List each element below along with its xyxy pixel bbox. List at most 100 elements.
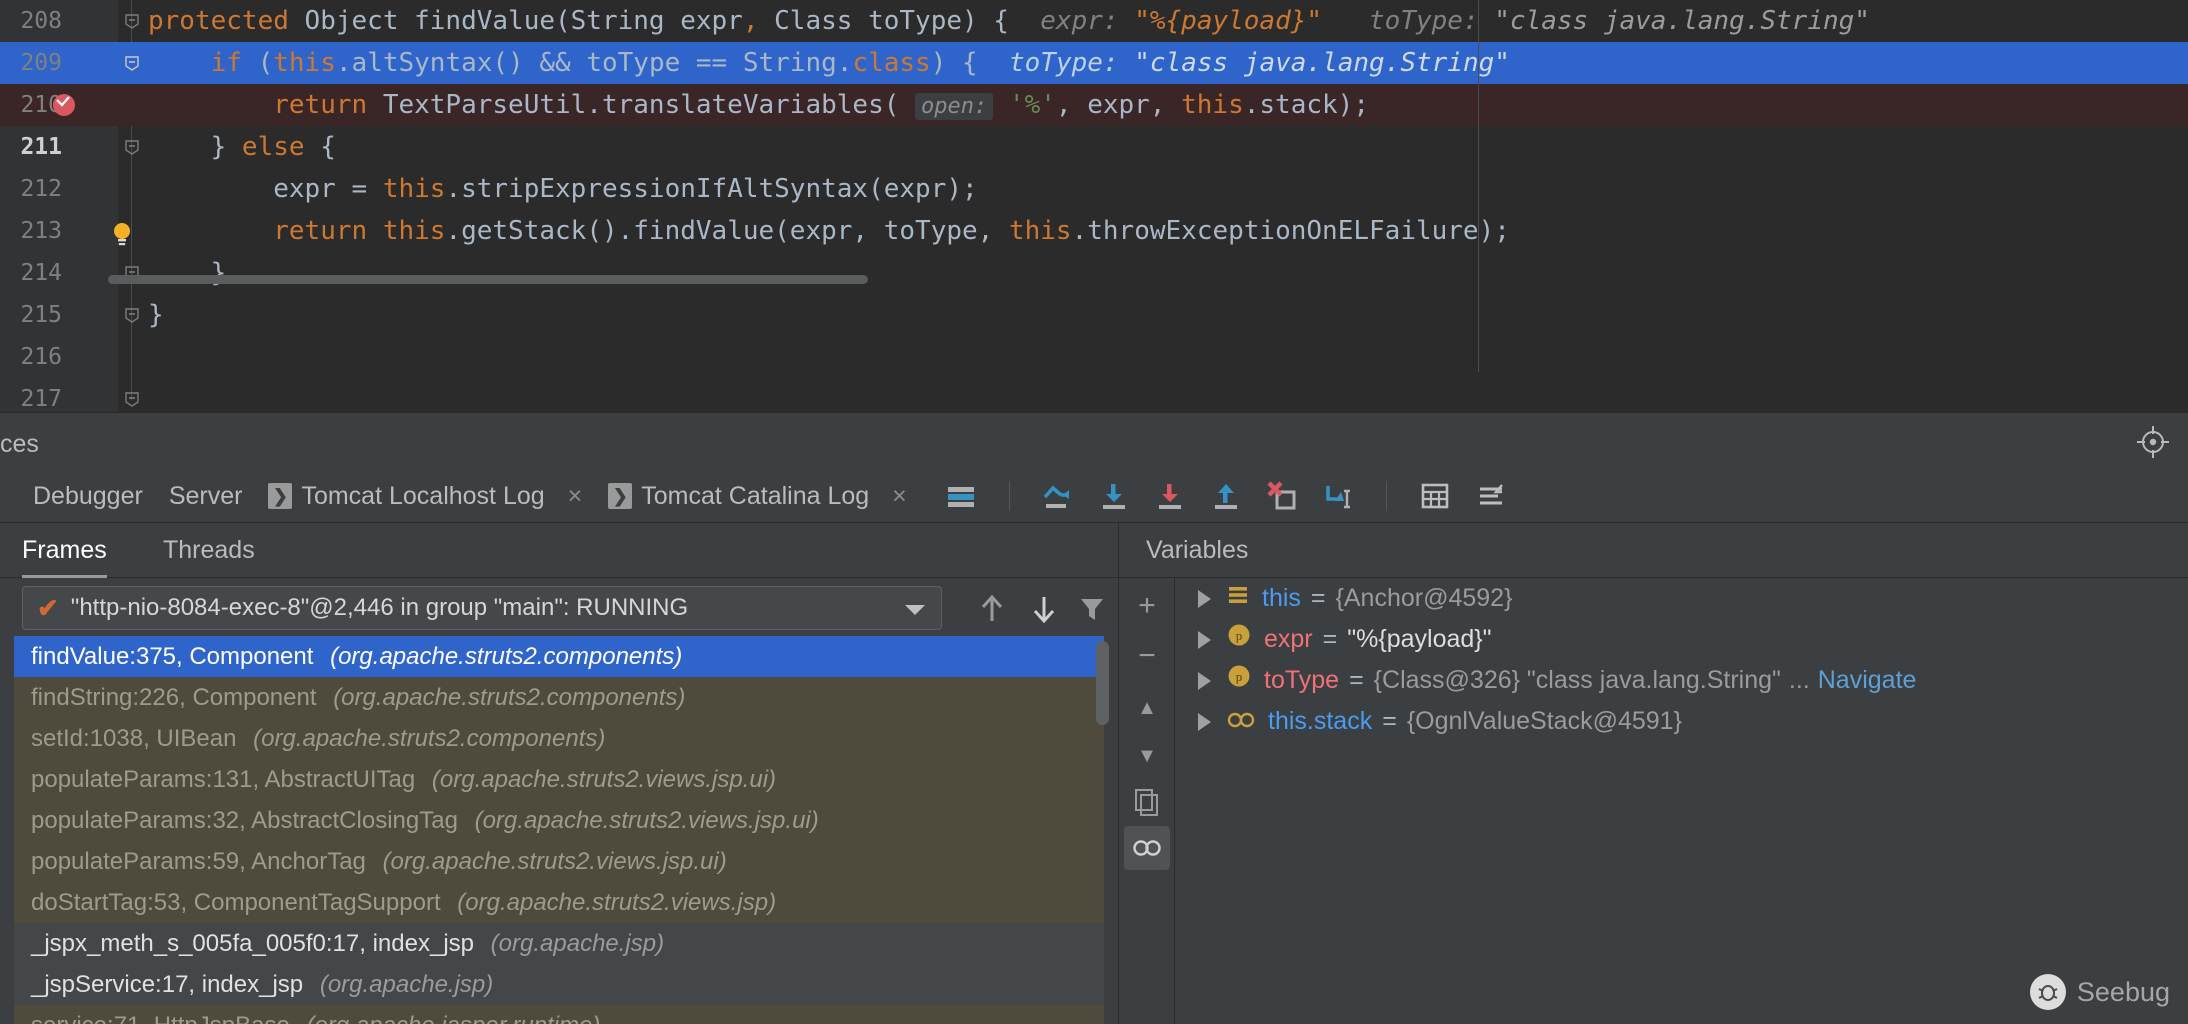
code-text: return TextParseUtil.translateVariables(…	[148, 84, 1369, 126]
tab-server[interactable]: Server	[169, 470, 243, 523]
code-text: if (this.altSyntax() && toType == String…	[148, 42, 1510, 84]
chevron-right-icon[interactable]	[1198, 590, 1211, 608]
tab-tomcat-catalina-log[interactable]: ❯ Tomcat Catalina Log ×	[608, 470, 907, 523]
close-icon[interactable]: ×	[892, 482, 907, 511]
code-line-216[interactable]: 216	[0, 336, 2188, 378]
line-number: 213	[0, 210, 62, 252]
chevron-right-icon[interactable]	[1198, 672, 1211, 690]
frame-package: (org.apache.jasper.runtime)	[306, 1012, 600, 1024]
table-row[interactable]: populateParams:131, AbstractUITag (org.a…	[14, 759, 1104, 800]
table-row[interactable]: doStartTag:53, ComponentTagSupport (org.…	[14, 882, 1104, 923]
move-watch-down-button[interactable]: ▼	[1127, 736, 1167, 776]
run-glyph-icon: ❯	[268, 483, 292, 509]
code-text: expr = this.stripExpressionIfAltSyntax(e…	[148, 168, 978, 210]
close-icon[interactable]: ×	[568, 482, 583, 511]
tab-label: Debugger	[33, 482, 143, 511]
code-editor[interactable]: 208 protected Object findValue(String ex…	[0, 0, 2188, 412]
parameter-icon: p	[1227, 660, 1251, 701]
watermark-label: Seebug	[2077, 977, 2170, 1008]
table-row[interactable]: _jspx_meth_s_005fa_005f0:17, index_jsp (…	[14, 923, 1104, 964]
frame-method: service:71, HttpJspBase	[31, 1012, 290, 1024]
frames-pane: Frames Threads ✔ "http-nio-8084-exec-8"@…	[0, 523, 1118, 1024]
variables-list[interactable]: this = {Anchor@4592} p expr = "%{payload…	[1176, 578, 2188, 1024]
chevron-down-icon[interactable]	[905, 605, 925, 615]
code-line-209[interactable]: 209 if (this.altSyntax() && toType == St…	[0, 42, 2188, 84]
code-line-213[interactable]: 213 return this.getStack().findValue(exp…	[0, 210, 2188, 252]
tab-debugger[interactable]: Debugger	[33, 470, 143, 523]
frame-method: findValue:375, Component	[31, 643, 313, 670]
fold-marker-icon[interactable]	[122, 126, 142, 168]
variable-value: {OgnlValueStack@4591}	[1407, 701, 1682, 742]
watch-icon	[1227, 701, 1255, 742]
tab-tomcat-localhost-log[interactable]: ❯ Tomcat Localhost Log ×	[268, 470, 582, 523]
run-to-cursor-icon[interactable]	[1319, 477, 1357, 515]
frames-scrollbar-thumb[interactable]	[1096, 641, 1109, 725]
table-row[interactable]: findString:226, Component (org.apache.st…	[14, 677, 1104, 718]
frame-package: (org.apache.struts2.views.jsp.ui)	[475, 807, 819, 834]
editor-hscrollbar-thumb[interactable]	[108, 275, 868, 284]
fold-marker-icon[interactable]	[122, 0, 142, 42]
navigate-link[interactable]: Navigate	[1818, 660, 1917, 701]
evaluate-expression-icon[interactable]	[1416, 477, 1454, 515]
add-watch-button[interactable]: +	[1127, 586, 1167, 626]
call-stack-list[interactable]: findValue:375, Component (org.apache.str…	[14, 636, 1104, 1024]
show-execution-point-icon[interactable]	[942, 477, 980, 515]
code-line-210[interactable]: 210 return TextParseUtil.translateVariab…	[0, 84, 2188, 126]
variable-row-this[interactable]: this = {Anchor@4592}	[1176, 578, 2188, 619]
table-row[interactable]: setId:1038, UIBean (org.apache.struts2.c…	[14, 718, 1104, 759]
fold-marker-icon[interactable]	[122, 294, 142, 336]
toolbar-separator	[1009, 481, 1010, 511]
tab-frames[interactable]: Frames	[22, 523, 107, 578]
value-ellipsis: ...	[1789, 660, 1810, 701]
field-icon	[1227, 578, 1249, 619]
code-text: protected Object findValue(String expr, …	[148, 0, 1870, 42]
step-into-icon[interactable]	[1095, 477, 1133, 515]
frame-package: (org.apache.struts2.views.jsp.ui)	[432, 766, 776, 793]
tab-threads[interactable]: Threads	[163, 523, 255, 578]
force-step-into-icon[interactable]	[1151, 477, 1189, 515]
line-number: 208	[0, 0, 62, 42]
target-icon[interactable]	[2136, 425, 2170, 459]
filter-frames-button[interactable]	[1078, 594, 1106, 624]
table-row[interactable]: _jspService:17, index_jsp (org.apache.js…	[14, 964, 1104, 1005]
settings-icon[interactable]	[1472, 477, 1510, 515]
drop-frame-icon[interactable]	[1263, 477, 1301, 515]
thread-select[interactable]: ✔ "http-nio-8084-exec-8"@2,446 in group …	[22, 586, 942, 630]
variable-row-this-stack[interactable]: this.stack = {OgnlValueStack@4591}	[1176, 701, 2188, 742]
debug-tabbar[interactable]: Debugger Server ❯ Tomcat Localhost Log ×…	[0, 470, 2188, 523]
frame-package: (org.apache.struts2.components)	[253, 725, 605, 752]
remove-watch-button[interactable]: −	[1127, 636, 1167, 676]
code-line-208[interactable]: 208 protected Object findValue(String ex…	[0, 0, 2188, 42]
line-number: 216	[0, 336, 62, 378]
chevron-right-icon[interactable]	[1198, 631, 1211, 649]
equals-sign: =	[1382, 701, 1397, 742]
variable-row-totype[interactable]: p toType = {Class@326} "class java.lang.…	[1176, 660, 2188, 701]
step-over-icon[interactable]	[1039, 477, 1077, 515]
table-row[interactable]: service:71, HttpJspBase (org.apache.jasp…	[14, 1005, 1104, 1024]
chevron-right-icon[interactable]	[1198, 713, 1211, 731]
move-watch-up-button[interactable]: ▲	[1127, 688, 1167, 728]
table-row[interactable]: populateParams:32, AbstractClosingTag (o…	[14, 800, 1104, 841]
breakpoint-icon[interactable]	[53, 94, 75, 116]
table-row[interactable]: populateParams:59, AnchorTag (org.apache…	[14, 841, 1104, 882]
equals-sign: =	[1311, 578, 1326, 619]
line-number: 215	[0, 294, 62, 336]
variable-row-expr[interactable]: p expr = "%{payload}"	[1176, 619, 2188, 660]
line-number: 212	[0, 168, 62, 210]
frame-up-button[interactable]	[978, 594, 1006, 624]
table-row[interactable]: findValue:375, Component (org.apache.str…	[14, 636, 1104, 677]
code-line-215[interactable]: 215 }	[0, 294, 2188, 336]
step-out-icon[interactable]	[1207, 477, 1245, 515]
frame-down-button[interactable]	[1030, 594, 1058, 624]
frames-header: Frames Threads	[0, 523, 1118, 578]
variables-toolbar[interactable]: + − ▲ ▼	[1119, 578, 1175, 1024]
frame-method: _jspx_meth_s_005fa_005f0:17, index_jsp	[31, 930, 474, 957]
fold-marker-icon[interactable]	[122, 42, 142, 84]
frame-method: doStartTag:53, ComponentTagSupport	[31, 889, 441, 916]
code-line-212[interactable]: 212 expr = this.stripExpressionIfAltSynt…	[0, 168, 2188, 210]
code-line-211[interactable]: 211 } else {	[0, 126, 2188, 168]
inspect-button[interactable]	[1124, 826, 1170, 870]
copy-value-button[interactable]	[1127, 782, 1167, 822]
frame-method: findString:226, Component	[31, 684, 317, 711]
variables-pane: Variables + − ▲ ▼ this = {Anchor	[1119, 523, 2188, 1024]
